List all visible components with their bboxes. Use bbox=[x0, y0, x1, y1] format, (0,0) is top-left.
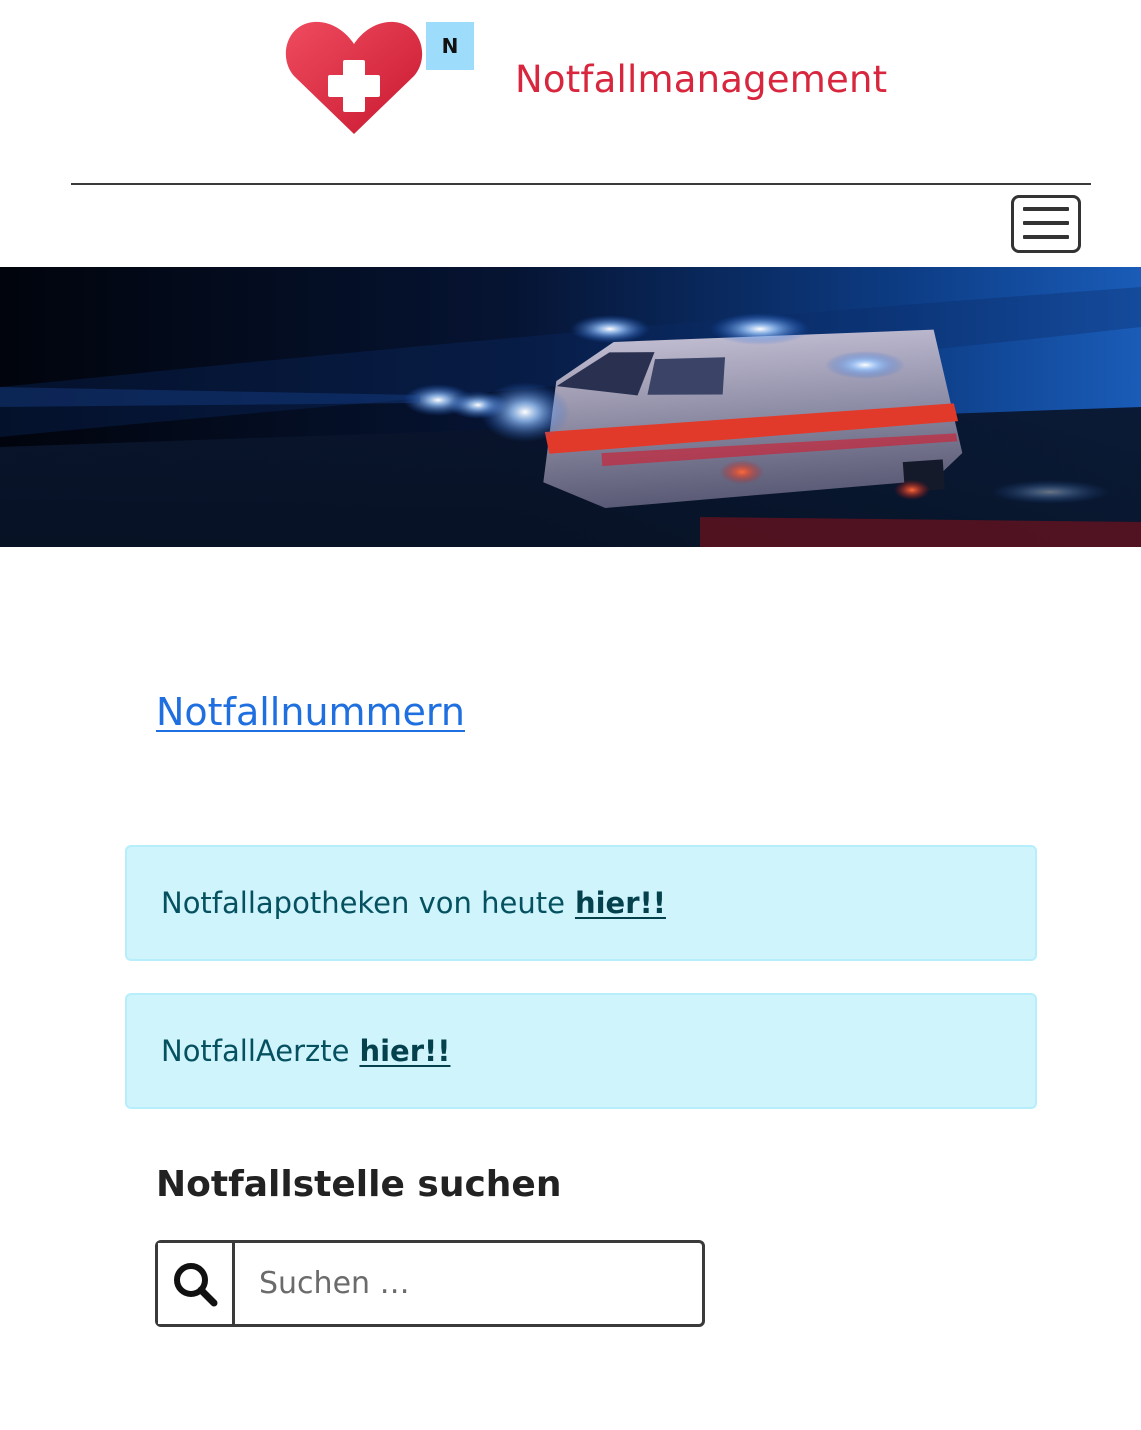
pharmacy-alert-link[interactable]: hier!! bbox=[575, 886, 666, 920]
search-icon bbox=[174, 1262, 218, 1306]
doctors-alert: NotfallAerzte hier!! bbox=[125, 993, 1037, 1109]
pharmacy-alert: Notfallapotheken von heute hier!! bbox=[125, 845, 1037, 961]
doctors-alert-text: NotfallAerzte bbox=[161, 1034, 350, 1068]
ambulance-image bbox=[0, 267, 1141, 547]
site-title[interactable]: Notfallmanagement bbox=[515, 58, 887, 101]
heart-cross-logo: N bbox=[285, 21, 474, 135]
search-input[interactable] bbox=[235, 1243, 702, 1324]
search-button[interactable] bbox=[158, 1243, 235, 1324]
search-heading: Notfallstelle suchen bbox=[156, 1164, 562, 1205]
emergency-numbers-link[interactable]: Notfallnummern bbox=[156, 690, 465, 734]
logo-badge-letter: N bbox=[442, 34, 459, 58]
search-form bbox=[155, 1240, 705, 1327]
site-header: N Notfallmanagement bbox=[0, 0, 1141, 184]
pharmacy-alert-text: Notfallapotheken von heute bbox=[161, 886, 565, 920]
hero-banner-image bbox=[0, 267, 1141, 547]
menu-toggle-button[interactable] bbox=[1011, 195, 1081, 253]
header-divider bbox=[71, 183, 1091, 185]
doctors-alert-link[interactable]: hier!! bbox=[359, 1034, 450, 1068]
